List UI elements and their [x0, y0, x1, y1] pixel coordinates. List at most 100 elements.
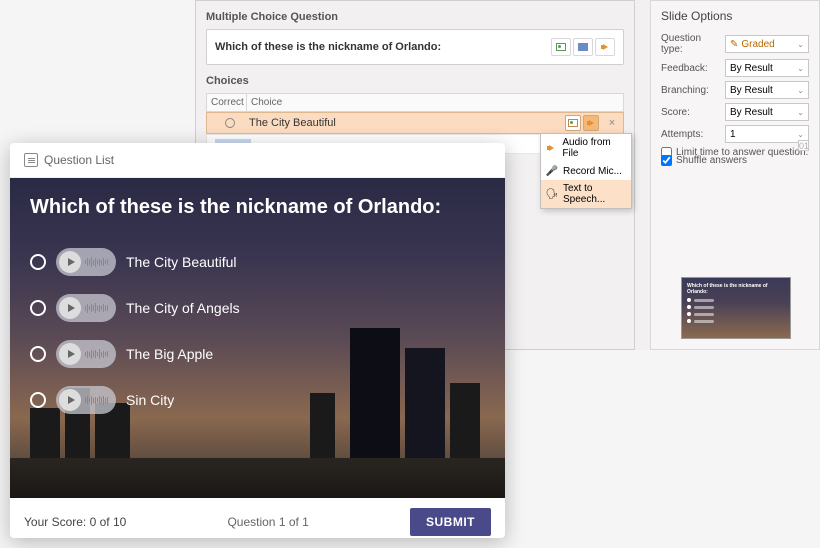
branching-select[interactable]: By Result ⌄ — [725, 81, 809, 99]
choice-text: The City Beautiful — [249, 117, 565, 129]
feedback-select[interactable]: By Result ⌄ — [725, 59, 809, 77]
waveform-icon — [85, 347, 108, 361]
question-media-buttons — [551, 38, 615, 56]
list-icon[interactable] — [24, 153, 38, 167]
select-value: 1 — [730, 129, 736, 140]
waveform-icon — [85, 255, 108, 269]
slide-options-title: Slide Options — [661, 9, 809, 23]
video-icon — [578, 43, 588, 51]
play-button[interactable] — [59, 297, 81, 319]
audio-player — [56, 340, 116, 368]
progress-display: Question 1 of 1 — [227, 515, 308, 529]
quiz-player: Question List Which of these is the nick… — [10, 143, 505, 538]
player-title: Question List — [44, 153, 114, 167]
waveform-icon — [85, 393, 108, 407]
menu-label: Record Mic... — [563, 166, 622, 177]
answer-option: Sin City — [30, 386, 240, 414]
select-value: Graded — [741, 39, 774, 50]
play-icon — [68, 396, 75, 404]
option-label: Sin City — [126, 392, 174, 408]
thumb-title: Which of these is the nickname of Orland… — [687, 283, 785, 295]
image-icon — [568, 119, 578, 127]
text-to-speech-item[interactable]: 🗣 Text to Speech... — [541, 180, 631, 208]
chevron-down-icon: ⌄ — [797, 108, 804, 117]
answer-option: The City Beautiful — [30, 248, 240, 276]
choice-remove-button[interactable]: × — [605, 117, 619, 129]
shuffle-label: Shuffle answers — [676, 155, 747, 166]
question-type-label: Question type: — [661, 33, 721, 55]
waveform-icon — [85, 301, 108, 315]
menu-label: Audio from File — [562, 137, 626, 159]
branching-row-opt: Branching: By Result ⌄ — [661, 81, 809, 99]
add-audio-button[interactable] — [595, 38, 615, 56]
question-type-row: Question type: ✎Graded⌄ — [661, 33, 809, 55]
option-label: The Big Apple — [126, 346, 213, 362]
feedback-label: Feedback: — [661, 63, 721, 74]
play-icon — [68, 258, 75, 266]
chevron-down-icon: ⌄ — [797, 130, 804, 139]
play-button[interactable] — [59, 389, 81, 411]
play-button[interactable] — [59, 343, 81, 365]
select-value: By Result — [730, 107, 773, 118]
answer-options: The City Beautiful The City of Angels Th… — [30, 248, 240, 414]
answer-option: The Big Apple — [30, 340, 240, 368]
submit-button[interactable]: SUBMIT — [410, 508, 491, 536]
option-radio[interactable] — [30, 300, 46, 316]
score-select[interactable]: By Result ⌄ — [725, 103, 809, 121]
mic-icon: 🎤 — [546, 165, 558, 177]
select-value: By Result — [730, 85, 773, 96]
question-type-select[interactable]: ✎Graded⌄ — [725, 35, 809, 53]
player-header: Question List — [10, 143, 505, 178]
add-video-button[interactable] — [573, 38, 593, 56]
slide-options-panel: Slide Options Question type: ✎Graded⌄ Fe… — [650, 0, 820, 350]
choice-row-selected[interactable]: The City Beautiful × — [206, 112, 624, 134]
slide-question: Which of these is the nickname of Orland… — [30, 196, 485, 219]
choice-audio-button[interactable] — [583, 115, 599, 131]
feedback-row-opt: Feedback: By Result ⌄ — [661, 59, 809, 77]
score-label: Score: — [661, 107, 721, 118]
chevron-down-icon: ⌄ — [797, 40, 804, 49]
slide-thumbnail[interactable]: Which of these is the nickname of Orland… — [681, 277, 791, 339]
add-image-button[interactable] — [551, 38, 571, 56]
time-input[interactable] — [798, 140, 809, 151]
answer-option: The City of Angels — [30, 294, 240, 322]
option-label: The City Beautiful — [126, 254, 237, 270]
record-mic-item[interactable]: 🎤 Record Mic... — [541, 162, 631, 180]
image-icon — [556, 43, 566, 51]
chevron-down-icon: ⌄ — [797, 86, 804, 95]
attempts-label: Attempts: — [661, 129, 721, 140]
tts-icon: 🗣 — [546, 188, 558, 200]
branching-label: Branching: — [661, 85, 721, 96]
player-footer: Your Score: 0 of 10 Question 1 of 1 SUBM… — [10, 498, 505, 538]
score-row-opt: Score: By Result ⌄ — [661, 103, 809, 121]
panel-title: Multiple Choice Question — [206, 11, 624, 23]
choice-radio[interactable] — [225, 118, 235, 128]
sound-icon — [589, 120, 594, 126]
col-choice: Choice — [247, 94, 623, 111]
option-label: The City of Angels — [126, 300, 240, 316]
audio-player — [56, 248, 116, 276]
choice-image-button[interactable] — [565, 115, 581, 131]
shuffle-checkbox[interactable] — [661, 155, 672, 166]
audio-from-file-item[interactable]: Audio from File — [541, 134, 631, 162]
file-audio-icon — [546, 142, 557, 154]
audio-dropdown-menu: Audio from File 🎤 Record Mic... 🗣 Text t… — [540, 133, 632, 209]
sound-icon — [603, 44, 608, 50]
choices-header: Correct Choice — [206, 93, 624, 112]
play-icon — [68, 304, 75, 312]
choice-media-buttons — [565, 115, 599, 131]
option-radio[interactable] — [30, 346, 46, 362]
select-value: By Result — [730, 63, 773, 74]
attempts-select[interactable]: 1⌄ — [725, 125, 809, 143]
play-button[interactable] — [59, 251, 81, 273]
audio-player — [56, 294, 116, 322]
chevron-down-icon: ⌄ — [797, 64, 804, 73]
menu-label: Text to Speech... — [563, 183, 626, 205]
score-display: Your Score: 0 of 10 — [24, 515, 126, 529]
play-icon — [68, 350, 75, 358]
question-input-box[interactable]: Which of these is the nickname of Orland… — [206, 29, 624, 65]
audio-player — [56, 386, 116, 414]
option-radio[interactable] — [30, 254, 46, 270]
slide-area: Which of these is the nickname of Orland… — [10, 178, 505, 498]
option-radio[interactable] — [30, 392, 46, 408]
